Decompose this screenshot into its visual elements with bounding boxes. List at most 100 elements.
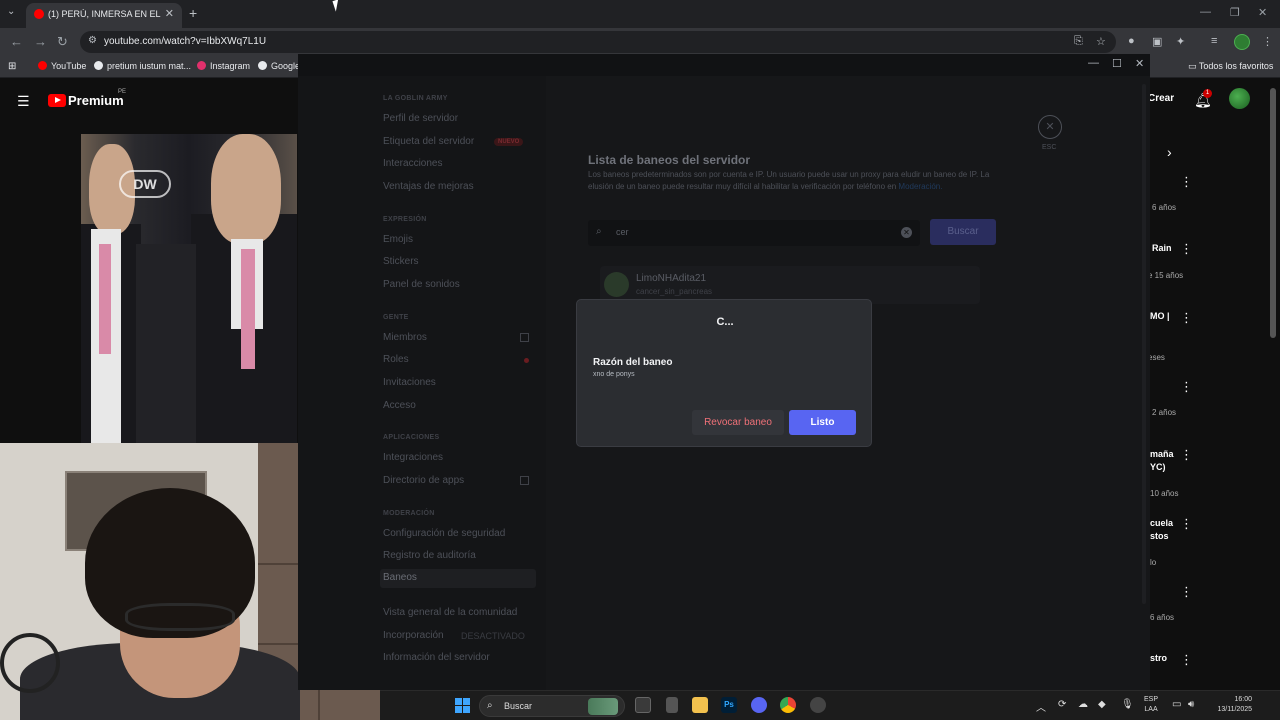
nav-emojis[interactable]: Emojis	[383, 234, 413, 245]
install-icon[interactable]: ⎘	[1074, 35, 1083, 48]
apps-grid-icon[interactable]: ⊞	[8, 61, 16, 72]
bookmark-youtube[interactable]: YouTube	[38, 61, 86, 71]
alert-dot-icon	[524, 358, 529, 363]
taskbar-search[interactable]: ⌕ Buscar	[479, 695, 625, 717]
site-info-icon[interactable]: ⚙	[88, 35, 97, 46]
video-title[interactable]: MO |	[1150, 311, 1170, 321]
onboarding-status: DESACTIVADO	[461, 631, 525, 641]
puzzle-icon[interactable]: ✦	[1176, 35, 1185, 48]
nav-interactions[interactable]: Interacciones	[383, 158, 442, 169]
volume-icon[interactable]: 🔊︎	[1188, 699, 1194, 710]
youtube-play-icon	[48, 94, 66, 107]
maximize-icon[interactable]: ❐	[1230, 6, 1240, 19]
video-title[interactable]: maña YC)	[1150, 448, 1174, 474]
security-icon[interactable]: ◆	[1098, 699, 1106, 710]
nav-boost-perks[interactable]: Ventajas de mejoras	[383, 181, 474, 192]
video-title[interactable]: Rain	[1152, 243, 1172, 253]
nav-stickers[interactable]: Stickers	[383, 256, 419, 267]
moderation-link[interactable]: Moderación.	[898, 182, 942, 191]
more-options-icon[interactable]: ⋮	[1180, 584, 1193, 600]
nav-safety-setup[interactable]: Configuración de seguridad	[383, 528, 505, 539]
close-window-icon[interactable]: ✕	[1135, 57, 1144, 70]
browser-tab-strip: ⌄ (1) PERÚ, INMERSA EN EL CAOS ✕ + — ❐ ✕	[0, 0, 1280, 28]
nav-roles[interactable]: Roles	[383, 354, 409, 365]
file-explorer-icon[interactable]	[692, 697, 708, 713]
media-icon[interactable]: ≡	[1211, 35, 1217, 47]
tab-search-icon[interactable]: ⌄	[7, 6, 15, 17]
windows-start-icon[interactable]	[455, 698, 470, 713]
close-settings-icon[interactable]: ✕	[1038, 115, 1062, 139]
language-indicator[interactable]: ESP LAA	[1144, 695, 1158, 715]
nav-invites[interactable]: Invitaciones	[383, 377, 436, 388]
nav-server-tag[interactable]: Etiqueta del servidor	[383, 136, 474, 147]
clear-icon[interactable]: ✕	[901, 227, 912, 238]
extension-icon[interactable]: ▣	[1152, 35, 1162, 48]
more-options-icon[interactable]: ⋮	[1180, 310, 1193, 326]
more-options-icon[interactable]: ⋮	[1180, 241, 1193, 257]
nav-soundboard[interactable]: Panel de sonidos	[383, 279, 460, 290]
nav-members[interactable]: Miembros	[383, 332, 427, 343]
nav-bans[interactable]: Baneos	[380, 569, 536, 588]
network-icon[interactable]: ▭	[1172, 699, 1181, 710]
more-options-icon[interactable]: ⋮	[1180, 516, 1193, 532]
video-title[interactable]: cuela stos	[1150, 517, 1173, 543]
sync-icon[interactable]: ⟳	[1058, 699, 1066, 710]
bookmark-instagram[interactable]: Instagram	[197, 61, 250, 71]
menu-dots-icon[interactable]: ⋮	[1262, 35, 1273, 48]
nav-community-overview[interactable]: Vista general de la comunidad	[383, 607, 517, 618]
search-button[interactable]: Buscar	[930, 219, 996, 245]
page-scrollbar[interactable]	[1270, 88, 1276, 338]
nav-app-directory[interactable]: Directorio de apps	[383, 475, 464, 486]
chrome-icon[interactable]	[780, 697, 796, 713]
bookmark-pretium[interactable]: pretium iustum mat...	[94, 61, 191, 71]
nav-access[interactable]: Acceso	[383, 400, 416, 411]
app-icon[interactable]	[666, 697, 678, 713]
profile-avatar[interactable]	[1234, 34, 1250, 50]
microphone-icon[interactable]: 🎙︎	[1121, 699, 1134, 710]
chevron-up-icon[interactable]: ︿	[1036, 699, 1046, 714]
new-tab-icon[interactable]: +	[189, 5, 197, 21]
hamburger-menu-icon[interactable]: ☰	[17, 93, 30, 110]
maximize-icon[interactable]: ☐	[1112, 57, 1122, 70]
app-icon[interactable]	[810, 697, 826, 713]
search-value: cer	[616, 227, 629, 237]
back-icon[interactable]: ←	[10, 34, 23, 49]
nav-onboarding[interactable]: Incorporación	[383, 630, 444, 641]
all-bookmarks[interactable]: ▭ Todos los favoritos	[1188, 61, 1273, 72]
clock[interactable]: 16:00 13/11/2025	[1208, 695, 1252, 715]
photoshop-icon[interactable]: Ps	[721, 697, 737, 713]
tab-close-icon[interactable]: ✕	[165, 7, 174, 20]
nav-integrations[interactable]: Integraciones	[383, 452, 443, 463]
url-text: youtube.com/watch?v=IbbXWq7L1U	[104, 36, 267, 47]
task-view-icon[interactable]	[635, 697, 651, 713]
address-bar[interactable]: ⚙ youtube.com/watch?v=IbbXWq7L1U ⎘ ☆	[80, 31, 1116, 53]
done-button[interactable]: Listo	[789, 410, 856, 435]
minimize-icon[interactable]: —	[1200, 6, 1211, 18]
ban-search-input[interactable]: ⌕ cer ✕	[588, 220, 920, 246]
reload-icon[interactable]: ↻	[57, 34, 68, 50]
content-scrollbar[interactable]	[1142, 84, 1146, 604]
forward-icon[interactable]: →	[34, 34, 47, 49]
more-options-icon[interactable]: ⋮	[1180, 447, 1193, 463]
bookmark-star-icon[interactable]: ☆	[1096, 35, 1106, 48]
video-title[interactable]: stro	[1150, 653, 1167, 663]
nav-audit-log[interactable]: Registro de auditoría	[383, 550, 476, 561]
youtube-logo[interactable]: Premium	[48, 92, 124, 108]
discord-icon[interactable]	[751, 697, 767, 713]
taskbar: ⌕ Buscar Ps ︿ ⟳ ☁ ◆ 🎙︎ ESP LAA ▭ 🔊︎ 16:00…	[380, 690, 1280, 720]
nav-server-info[interactable]: Información del servidor	[383, 652, 490, 663]
more-options-icon[interactable]: ⋮	[1180, 379, 1193, 395]
nav-server-profile[interactable]: Perfil de servidor	[383, 113, 458, 124]
bookmark-google[interactable]: Google	[258, 61, 300, 71]
video-player[interactable]: DW	[81, 134, 297, 444]
ban-details-modal: C... Razón del baneo xno de ponys Revoca…	[576, 299, 872, 447]
search-icon: ⌕	[596, 226, 602, 237]
revoke-ban-button[interactable]: Revocar baneo	[692, 410, 784, 435]
browser-tab[interactable]: (1) PERÚ, INMERSA EN EL CAOS ✕	[26, 3, 182, 28]
more-options-icon[interactable]: ⋮	[1180, 174, 1193, 190]
minimize-icon[interactable]: —	[1088, 57, 1099, 69]
more-options-icon[interactable]: ⋮	[1180, 652, 1193, 668]
close-window-icon[interactable]: ✕	[1258, 6, 1267, 19]
cloud-icon[interactable]: ☁	[1078, 699, 1088, 710]
extension-icon[interactable]: ●	[1128, 35, 1135, 47]
